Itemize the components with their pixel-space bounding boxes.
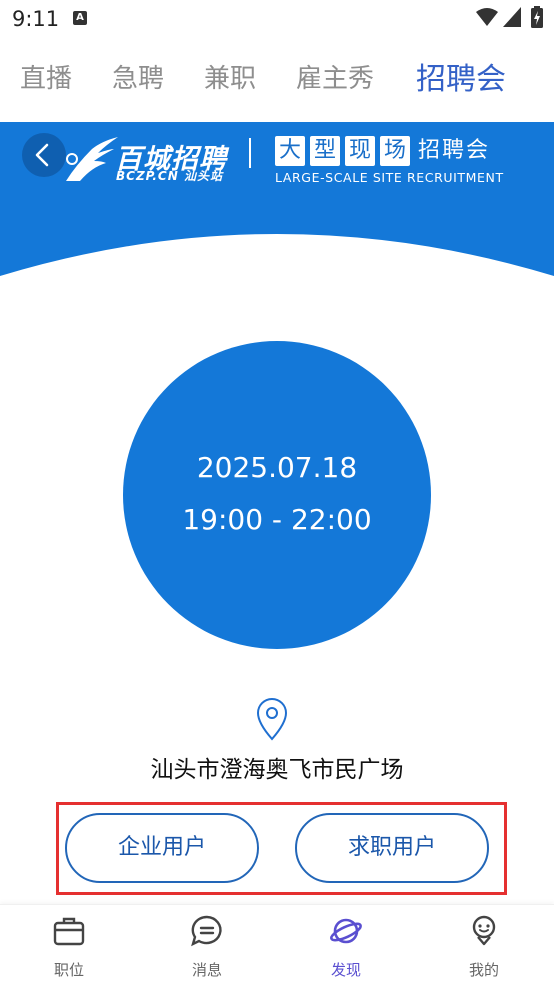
back-button[interactable] <box>22 133 66 177</box>
nav-profile[interactable]: 我的 <box>434 905 534 984</box>
nav-label: 发现 <box>330 961 361 979</box>
nav-label: 职位 <box>53 961 84 979</box>
fair-title-char: 现 <box>345 136 375 166</box>
event-datetime-circle: 2025.07.18 19:00 - 22:00 <box>123 341 431 649</box>
chat-bubble-icon <box>191 915 222 947</box>
brand-url: BCZP.CN 汕头站 <box>116 169 223 183</box>
event-address: 汕头市澄海奥飞市民广场 <box>150 757 404 783</box>
wifi-icon <box>476 8 498 26</box>
notification-icon: A <box>73 11 87 25</box>
cellular-icon <box>503 7 521 27</box>
bottom-navigation: 职位 消息 发现 我的 <box>0 904 554 984</box>
brand-logo-icon <box>66 137 118 181</box>
chevron-left-icon <box>35 143 49 167</box>
tab-employer-show[interactable]: 雇主秀 <box>296 58 374 95</box>
map-pin-icon <box>256 698 288 741</box>
status-bar: 9:11 A <box>0 0 554 38</box>
brand-divider <box>249 138 251 168</box>
person-face-icon <box>472 915 496 946</box>
fair-title-char: 大 <box>275 136 305 166</box>
nav-discover[interactable]: 发现 <box>296 905 396 984</box>
status-time: 9:11 <box>12 7 60 31</box>
fair-title-suffix: 招聘会 <box>418 138 491 163</box>
event-date: 2025.07.18 <box>196 451 358 484</box>
tab-job-fair[interactable]: 招聘会 <box>416 54 506 98</box>
nav-label: 消息 <box>191 961 222 979</box>
nav-messages[interactable]: 消息 <box>157 905 257 984</box>
nav-jobs[interactable]: 职位 <box>19 905 119 984</box>
tab-live[interactable]: 直播 <box>20 58 72 95</box>
fair-subtitle: LARGE-SCALE SITE RECRUITMENT <box>275 170 504 185</box>
fair-title-char: 场 <box>380 136 410 166</box>
tab-part-time[interactable]: 兼职 <box>204 58 256 95</box>
jobseeker-user-button[interactable]: 求职用户 <box>295 813 489 883</box>
planet-icon <box>330 918 362 944</box>
fair-title-char: 型 <box>310 136 340 166</box>
nav-label: 我的 <box>468 961 499 979</box>
battery-charging-icon <box>531 6 543 28</box>
event-time: 19:00 - 22:00 <box>182 503 372 536</box>
category-tabs: 直播 急聘 兼职 雇主秀 招聘会 <box>0 48 554 108</box>
tab-urgent[interactable]: 急聘 <box>112 58 164 95</box>
briefcase-icon <box>53 917 85 946</box>
enterprise-user-button[interactable]: 企业用户 <box>65 813 259 883</box>
